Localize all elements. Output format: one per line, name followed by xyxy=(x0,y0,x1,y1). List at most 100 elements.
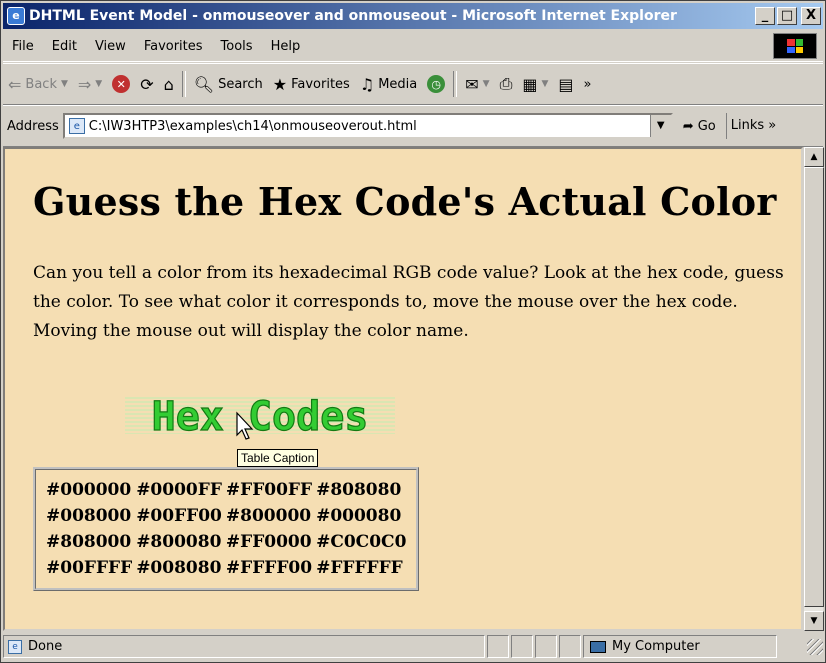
refresh-button[interactable]: ⟳ xyxy=(135,69,158,99)
hex-code-table: #000000 #0000FF #FF00FF #808080 #008000 … xyxy=(33,467,420,591)
hex-code-cell[interactable]: #800080 xyxy=(136,532,222,552)
address-bar: Address e C:\IW3HTP3\examples\ch14\onmou… xyxy=(3,105,823,147)
chevron-down-icon[interactable]: ▼ xyxy=(95,79,102,89)
close-button[interactable]: X xyxy=(801,7,821,25)
menu-file[interactable]: File xyxy=(3,39,43,54)
menu-bar: File Edit View Favorites Tools Help xyxy=(3,31,823,62)
status-cell xyxy=(535,635,557,658)
page-done-icon: e xyxy=(8,639,22,654)
table-row: #00FFFF #008080 #FFFF00 #FFFFFF xyxy=(46,558,406,578)
go-button[interactable]: ➦ Go xyxy=(673,119,726,134)
status-bar: e Done My Computer xyxy=(3,633,823,660)
media-button[interactable]: ♫ Media xyxy=(355,69,422,99)
go-arrow-icon: ➦ xyxy=(682,118,694,134)
table-row: #000000 #0000FF #FF00FF #808080 xyxy=(46,480,406,500)
toolbar-separator xyxy=(181,71,186,97)
hex-code-cell[interactable]: #FF0000 xyxy=(226,532,312,552)
tooltip: Table Caption xyxy=(237,449,319,467)
hex-codes-caption-image[interactable]: Hex Codes xyxy=(105,384,415,444)
hex-code-cell[interactable]: #00FF00 xyxy=(136,506,222,526)
search-icon: 🔍︎ xyxy=(193,74,215,94)
chevron-down-icon[interactable]: ▼ xyxy=(61,79,68,89)
table-row: #008000 #00FF00 #800000 #000080 xyxy=(46,506,406,526)
back-button[interactable]: ⇐ Back ▼ xyxy=(3,69,73,99)
history-icon: ◷ xyxy=(427,75,446,93)
minimize-button[interactable]: _ xyxy=(755,7,775,25)
hex-code-cell[interactable]: #C0C0C0 xyxy=(316,532,406,552)
hex-code-cell[interactable]: #008080 xyxy=(136,558,222,578)
links-button[interactable]: Links » xyxy=(725,113,781,139)
go-label: Go xyxy=(697,118,716,134)
hex-codes-caption-text: Hex Codes xyxy=(152,394,369,440)
discuss-button[interactable]: ▤ xyxy=(553,69,578,99)
address-label: Address xyxy=(7,118,59,134)
address-url[interactable]: C:\IW3HTP3\examples\ch14\onmouseoverout.… xyxy=(89,119,417,134)
favorites-star-icon: ★ xyxy=(272,74,288,94)
hex-code-cell[interactable]: #0000FF xyxy=(136,480,222,500)
hex-code-cell[interactable]: #008000 xyxy=(46,506,132,526)
history-button[interactable]: ◷ xyxy=(422,69,450,99)
search-button[interactable]: 🔍︎ Search xyxy=(189,69,268,99)
favorites-label: Favorites xyxy=(291,76,350,92)
hex-code-cell[interactable]: #FFFF00 xyxy=(226,558,312,578)
edit-document-icon: ▦ xyxy=(522,74,538,94)
window-controls: _ □ X xyxy=(755,7,821,25)
menu-tools[interactable]: Tools xyxy=(212,39,262,54)
hex-code-cell[interactable]: #000080 xyxy=(316,506,406,526)
hex-code-cell[interactable]: #808000 xyxy=(46,532,132,552)
hex-code-cell[interactable]: #000000 xyxy=(46,480,132,500)
hex-code-cell[interactable]: #00FFFF xyxy=(46,558,132,578)
status-text-panel: e Done xyxy=(3,635,485,658)
windows-logo xyxy=(773,33,817,59)
mail-button[interactable]: ✉ ▼ xyxy=(460,69,494,99)
forward-button[interactable]: ⇒ ▼ xyxy=(73,69,107,99)
mail-icon: ✉ xyxy=(465,74,479,94)
windows-flag-icon xyxy=(787,39,803,53)
discuss-icon: ▤ xyxy=(558,74,574,94)
menu-help[interactable]: Help xyxy=(262,39,310,54)
links-label: Links xyxy=(730,118,765,133)
chevron-down-icon[interactable]: ▼ xyxy=(542,79,549,89)
status-cell xyxy=(487,635,509,658)
stop-button[interactable]: ✕ xyxy=(107,69,135,99)
hex-code-cell[interactable]: #FF00FF xyxy=(226,480,312,500)
address-input[interactable]: e C:\IW3HTP3\examples\ch14\onmouseoverou… xyxy=(62,113,673,139)
toolbar-overflow-button[interactable]: » xyxy=(579,69,597,99)
search-label: Search xyxy=(218,76,263,92)
chevron-right-icon: » xyxy=(768,118,777,133)
address-dropdown-button[interactable]: ▼ xyxy=(649,115,671,137)
scroll-down-button[interactable]: ▼ xyxy=(804,611,824,631)
menu-view[interactable]: View xyxy=(86,39,135,54)
resize-grip[interactable] xyxy=(807,638,823,655)
scroll-thumb[interactable] xyxy=(804,167,824,607)
ie-icon: e xyxy=(7,7,25,25)
maximize-button[interactable]: □ xyxy=(777,7,797,25)
menu-favorites[interactable]: Favorites xyxy=(135,39,212,54)
browser-window: e DHTML Event Model - onmouseover and on… xyxy=(0,0,826,663)
home-button[interactable]: ⌂ xyxy=(159,69,179,99)
media-icon: ♫ xyxy=(359,74,375,94)
chevron-down-icon[interactable]: ▼ xyxy=(483,79,490,89)
page-content: Guess the Hex Code's Actual Color Can yo… xyxy=(3,147,803,631)
print-button[interactable]: ⎙ xyxy=(495,69,518,99)
security-zone: My Computer xyxy=(583,635,777,658)
hex-code-cell[interactable]: #FFFFFF xyxy=(316,558,406,578)
page-icon: e xyxy=(68,118,85,134)
page-heading: Guess the Hex Code's Actual Color xyxy=(33,179,777,224)
vertical-scrollbar[interactable]: ▲ ▼ xyxy=(803,147,824,631)
status-cell xyxy=(559,635,581,658)
favorites-button[interactable]: ★ Favorites xyxy=(268,69,355,99)
media-label: Media xyxy=(378,76,418,92)
edit-button[interactable]: ▦ ▼ xyxy=(517,69,553,99)
hex-code-cell[interactable]: #808080 xyxy=(316,480,406,500)
home-icon: ⌂ xyxy=(163,74,174,94)
standard-toolbar: ⇐ Back ▼ ⇒ ▼ ✕ ⟳ ⌂ 🔍︎ Search ★ Favorites… xyxy=(3,63,823,105)
title-bar[interactable]: e DHTML Event Model - onmouseover and on… xyxy=(3,3,823,29)
hex-code-cell[interactable]: #800000 xyxy=(226,506,312,526)
scroll-up-button[interactable]: ▲ xyxy=(804,147,824,167)
forward-arrow-icon: ⇒ xyxy=(77,74,92,94)
menu-edit[interactable]: Edit xyxy=(43,39,86,54)
status-cell xyxy=(511,635,533,658)
back-arrow-icon: ⇐ xyxy=(8,74,22,94)
toolbar-separator xyxy=(453,71,458,97)
